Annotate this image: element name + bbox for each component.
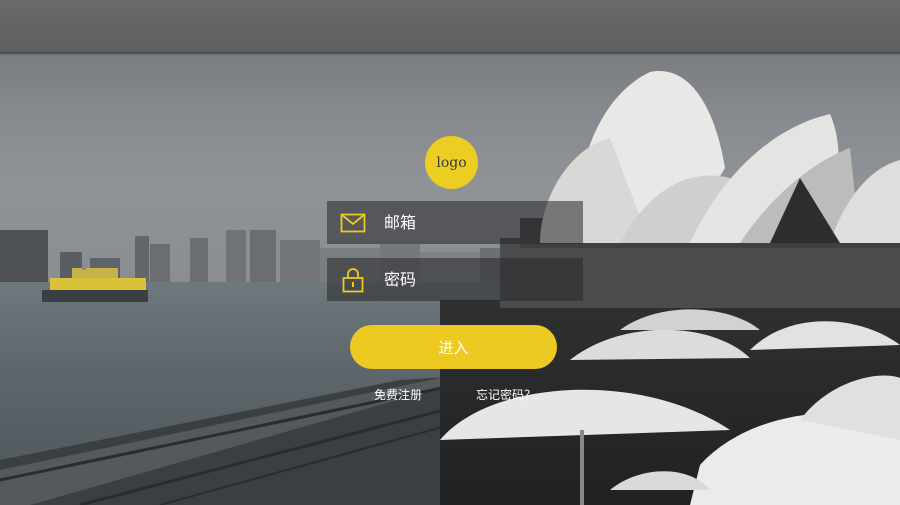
password-input[interactable] [379,258,569,301]
forgot-password-link[interactable]: 忘记密码？ [476,386,536,403]
enter-button[interactable]: 进入 [350,325,557,369]
logo-text: logo [436,154,467,171]
password-field[interactable] [327,258,583,301]
login-panel: logo 进入 免费注册 忘记密码？ [0,0,900,505]
envelope-icon [327,201,379,244]
email-field[interactable] [327,201,583,244]
logo: logo [425,136,478,189]
register-link[interactable]: 免费注册 [374,386,422,403]
padlock-icon [327,258,379,301]
email-input[interactable] [379,201,569,244]
